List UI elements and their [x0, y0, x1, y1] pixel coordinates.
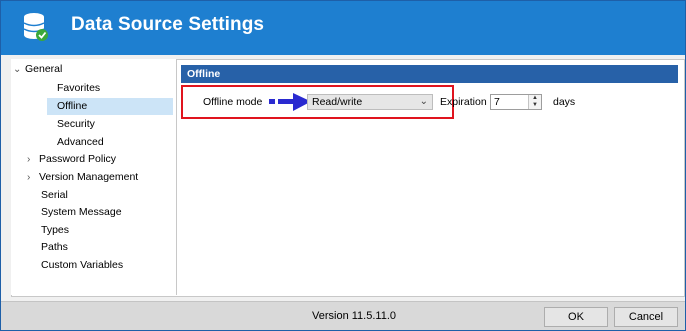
expiration-unit: days [553, 96, 576, 108]
nav-item-label: Password Policy [39, 153, 117, 165]
nav-item-types[interactable]: Types [41, 222, 69, 239]
nav-item-label: Paths [41, 241, 68, 253]
chevron-right-icon: › [27, 154, 31, 165]
nav-item-paths[interactable]: Paths [41, 239, 68, 256]
nav-item-label: System Message [41, 206, 122, 218]
nav-item-favorites[interactable]: Favorites [57, 80, 100, 97]
ok-button[interactable]: OK [544, 307, 608, 327]
nav-item-password-policy[interactable]: › Password Policy [27, 151, 116, 168]
footer-bar: Version 11.5.11.0 OK Cancel [1, 301, 685, 330]
offline-mode-label: Offline mode [203, 96, 263, 108]
nav-item-general[interactable]: ⌄ General [13, 61, 173, 78]
nav-item-version-management[interactable]: › Version Management [27, 169, 138, 186]
nav-item-label: Types [41, 224, 70, 236]
nav-item-serial[interactable]: Serial [41, 187, 68, 204]
offline-mode-value: Read/write [312, 96, 363, 108]
offline-mode-select[interactable]: Read/write ⌄ [307, 94, 433, 110]
nav-item-label: Custom Variables [41, 259, 124, 271]
version-text: Version 11.5.11.0 [312, 310, 396, 322]
nav-item-label: General [25, 63, 63, 75]
database-check-icon [23, 13, 48, 41]
spin-down-icon[interactable]: ▼ [529, 102, 541, 109]
nav-item-advanced[interactable]: Advanced [57, 134, 104, 151]
title-bar: Data Source Settings [1, 1, 685, 55]
nav-item-label: Version Management [39, 171, 139, 183]
spin-up-icon[interactable]: ▲ [529, 95, 541, 102]
window-title: Data Source Settings [71, 14, 265, 35]
nav-item-label: Offline [57, 100, 88, 112]
expiration-label: Expiration [440, 96, 487, 108]
nav-item-security[interactable]: Security [57, 116, 95, 133]
cancel-button[interactable]: Cancel [614, 307, 678, 327]
settings-window: Data Source Settings ⌄ General Favorites … [0, 0, 686, 331]
chevron-down-icon: ⌄ [13, 64, 22, 75]
settings-nav: ⌄ General Favorites Offline Security Adva… [11, 59, 177, 295]
chevron-right-icon: › [27, 172, 31, 183]
nav-item-label: Serial [41, 189, 68, 201]
nav-item-label: Security [57, 118, 95, 130]
nav-item-offline[interactable]: Offline [47, 98, 173, 115]
chevron-down-icon: ⌄ [419, 96, 428, 107]
expiration-input[interactable]: 7 ▲ ▼ [490, 94, 542, 110]
expiration-spinner[interactable]: ▲ ▼ [528, 95, 541, 109]
nav-item-system-message[interactable]: System Message [41, 204, 122, 221]
expiration-value: 7 [494, 96, 500, 108]
nav-item-label: Advanced [57, 136, 104, 148]
nav-item-label: Favorites [57, 82, 101, 94]
offline-panel: Offline Offline mode Read/write ⌄ Expira… [181, 65, 678, 291]
nav-item-custom-variables[interactable]: Custom Variables [41, 257, 123, 274]
section-header: Offline [181, 65, 678, 83]
